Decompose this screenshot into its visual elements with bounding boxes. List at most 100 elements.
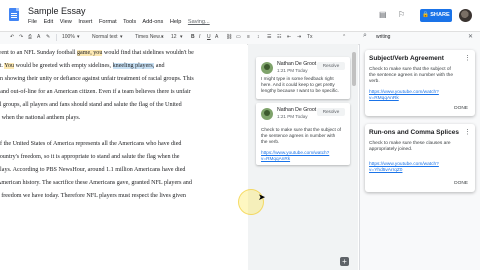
done-button[interactable]: DONE (454, 181, 468, 186)
feedback-title: Subject/Verb Agreement (369, 55, 444, 62)
redo-icon[interactable]: ↷ (19, 34, 23, 40)
comment-time: 1:21 PM Today (277, 68, 308, 73)
comment-text-line: lengthy because I want to be specific. (261, 88, 339, 93)
docs-logo-icon[interactable] (9, 8, 19, 21)
menu-help[interactable]: Help (170, 19, 182, 25)
feedback-link[interactable]: v=Yhd5vArrqZ0 (369, 168, 402, 174)
text-run: would find that sidelines wouldn't be (102, 50, 194, 56)
text-color-icon[interactable]: A (215, 34, 218, 40)
text-run: country's freedom, so it is appropriate … (0, 154, 180, 160)
italic-icon[interactable]: I (199, 34, 200, 40)
document-text-line[interactable]: al groups, all players and fans should s… (0, 102, 182, 108)
menu-edit[interactable]: Edit (44, 19, 54, 25)
spellcheck-icon[interactable]: A (37, 34, 40, 40)
align-left-icon[interactable]: ≡ (247, 34, 250, 40)
commenter-avatar (261, 108, 273, 120)
highlighted-text: You (4, 63, 15, 69)
line-spacing-icon[interactable]: ↕ (257, 34, 260, 40)
document-text-line[interactable]: n when the national anthem plays. (0, 115, 80, 121)
close-icon[interactable]: ✕ (468, 33, 473, 40)
lock-icon: 🔒 (422, 12, 430, 18)
share-button[interactable]: 🔒SHARE (420, 9, 452, 22)
style-select[interactable]: Normal text (92, 34, 118, 40)
comment-link[interactable]: v=RMqqAnRk (261, 156, 290, 162)
menu-addons[interactable]: Add-ons (142, 19, 163, 25)
document-text-line[interactable]: of the United States of America represen… (0, 141, 181, 147)
document-text-line[interactable]: country's freedom, so it is appropriate … (0, 154, 180, 160)
feedback-card[interactable]: Subject/Verb Agreement ⋮ Check to make s… (365, 50, 475, 116)
done-button[interactable]: DONE (454, 106, 468, 111)
increase-indent-icon[interactable]: ⇥ (297, 34, 301, 40)
menu-file[interactable]: File (28, 19, 37, 25)
document-page[interactable]: went to an NFL Sunday football game, you… (0, 44, 247, 270)
text-run: and (154, 63, 165, 69)
menu-view[interactable]: View (60, 19, 72, 25)
commenter-avatar (261, 62, 273, 74)
resolve-button[interactable]: Resolve (317, 108, 345, 116)
highlighted-text: game, you (77, 50, 103, 56)
feedback-text-line: verb. (369, 79, 380, 84)
document-text-line[interactable]: plays. According to PBS NewsHour, around… (0, 167, 185, 173)
underline-icon[interactable]: U (207, 34, 211, 40)
text-run: plays. According to PBS NewsHour, around… (0, 167, 186, 173)
clear-format-icon[interactable]: Tx (307, 34, 313, 40)
text-run: n when the national anthem plays. (0, 115, 81, 121)
document-text-line[interactable]: ct. You would be greeted with empty side… (0, 63, 165, 69)
comment-author: Nathan De Groot (277, 107, 317, 113)
feedback-title: Run-ons and Comma Splices (369, 129, 459, 136)
comments-scrollbar-thumb[interactable] (352, 52, 356, 86)
formatting-toolbar: ↶ ↷ ⎙ A ✎ 100% ▾ Normal text ▾ Times New… (0, 31, 480, 45)
text-run: t and out-of-line for an American citize… (0, 89, 191, 95)
document-text-line[interactable]: went to an NFL Sunday football game, you… (0, 50, 194, 56)
chevron-down-icon: ▾ (180, 34, 183, 40)
link-icon[interactable]: ⛓ (226, 34, 232, 40)
app-header: Sample Essay File Edit View Insert Forma… (0, 0, 480, 30)
menu-tools[interactable]: Tools (123, 19, 136, 25)
bold-icon[interactable]: B (191, 34, 195, 40)
menu-insert[interactable]: Insert (78, 19, 92, 25)
menu-bar: File Edit View Insert Format Tools Add-o… (28, 19, 215, 25)
notifications-icon[interactable]: ⚐ (398, 10, 405, 19)
document-text-line[interactable]: e freedom we have today. Therefore NFL p… (0, 193, 186, 199)
toolbar-divider (56, 34, 57, 41)
feedback-link[interactable]: v=RMqqAnRk (369, 96, 399, 102)
add-comment-icon[interactable]: + (340, 257, 349, 266)
comment-icon[interactable]: ▭ (236, 34, 241, 40)
document-title[interactable]: Sample Essay (28, 6, 86, 16)
font-select[interactable]: Times New... (135, 34, 164, 40)
document-text-line[interactable]: American history. The sacrifice these Am… (0, 180, 192, 186)
paint-format-icon[interactable]: ✎ (46, 34, 50, 40)
comment-author: Nathan De Groot (277, 61, 317, 67)
undo-icon[interactable]: ↶ (10, 34, 14, 40)
resolve-button[interactable]: Resolve (317, 62, 345, 70)
collapse-toolbar-icon[interactable]: ⌃ (342, 34, 346, 40)
text-run: American history. The sacrifice these Am… (0, 180, 192, 186)
font-size-select[interactable]: 12 (171, 34, 177, 40)
text-run: would be greeted with empty sidelines, (14, 63, 113, 69)
document-text-line[interactable]: t and out-of-line for an American citize… (0, 89, 191, 95)
text-run: al groups, all players and fans should s… (0, 102, 182, 108)
comment-time: 1:21 PM Today (277, 114, 308, 119)
search-icon[interactable]: ⌕ (363, 32, 367, 40)
comments-icon[interactable]: ▤ (379, 10, 387, 19)
comment-card[interactable]: Nathan De Groot 1:21 PM Today Resolve I … (256, 57, 350, 99)
numbered-list-icon[interactable]: ☰ (267, 34, 271, 40)
chevron-down-icon: ▾ (161, 34, 164, 40)
user-avatar[interactable] (459, 9, 472, 22)
last-edit-status[interactable]: Saving... (188, 19, 210, 25)
print-icon[interactable]: ⎙ (28, 34, 32, 40)
more-options-icon[interactable]: ⋮ (464, 128, 471, 136)
chevron-down-icon: ▾ (120, 34, 123, 40)
text-run: on showing their unity or defiance again… (0, 76, 194, 82)
bulleted-list-icon[interactable]: ☷ (277, 34, 281, 40)
decrease-indent-icon[interactable]: ⇤ (287, 34, 291, 40)
search-query[interactable]: writing (376, 34, 390, 40)
menu-format[interactable]: Format (99, 19, 117, 25)
comment-card[interactable]: Nathan De Groot 1:21 PM Today Resolve Ch… (256, 103, 350, 165)
feedback-text-line: the sentence agrees in number with the (369, 73, 453, 78)
comment-text-line: the verb. (261, 139, 280, 144)
zoom-select[interactable]: 100% (62, 34, 75, 40)
more-options-icon[interactable]: ⋮ (464, 54, 471, 62)
document-text-line[interactable]: on showing their unity or defiance again… (0, 76, 194, 82)
feedback-card[interactable]: Run-ons and Comma Splices ⋮ Check to mak… (365, 124, 475, 192)
